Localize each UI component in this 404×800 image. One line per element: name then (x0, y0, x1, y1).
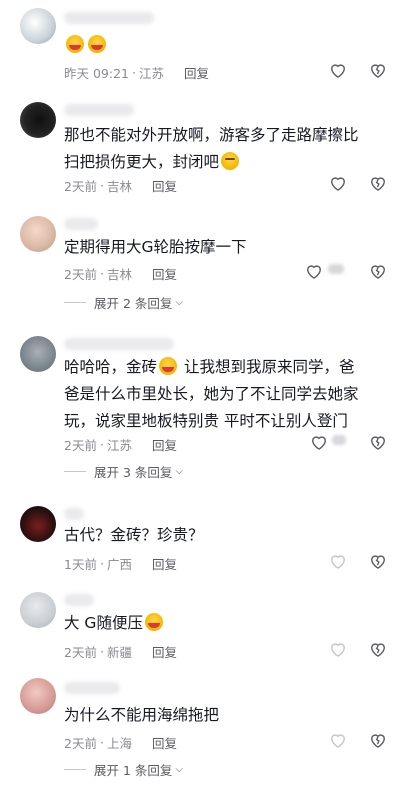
avatar[interactable] (20, 592, 56, 628)
expand-replies-label: 展开 2 条回复 (94, 296, 173, 311)
dislike-button[interactable] (367, 431, 389, 453)
comment-text: 为什么不能用海绵拖把 (64, 706, 220, 724)
broken-heart-icon (371, 555, 385, 569)
reply-button[interactable]: 回复 (184, 63, 209, 82)
username[interactable] (64, 508, 84, 520)
like-count-blurred (332, 435, 346, 445)
reply-button[interactable]: 回复 (152, 176, 177, 195)
comment-meta: 1天前 · 广西 回复 (64, 554, 177, 573)
broken-heart-icon (371, 177, 385, 191)
comment-text: 哈哈哈，金砖 让我想到我原来同学，爸爸是什么市里处长，她为了不让同学去她家玩，说… (64, 354, 364, 435)
username[interactable] (64, 594, 94, 606)
laugh-cry-emoji-icon (88, 35, 106, 53)
username[interactable] (64, 682, 120, 694)
reply-button[interactable]: 回复 (152, 435, 177, 454)
comment-location: 新疆 (106, 645, 132, 660)
dislike-button[interactable] (367, 59, 389, 81)
heart-outline-icon (331, 555, 345, 569)
comment-text: 古代？金砖？珍贵？ (64, 526, 204, 544)
heart-outline-icon (331, 643, 345, 657)
username[interactable] (64, 218, 98, 230)
grin-sweat-emoji-icon (144, 613, 163, 631)
comment-text-body: 哈哈哈，金砖 (64, 358, 158, 376)
comment-meta: 2天前 · 新疆 回复 (64, 642, 177, 661)
like-button[interactable] (327, 729, 349, 751)
comment-meta: 2天前 · 吉林 回复 (64, 176, 177, 195)
comment-time: 2天前 (64, 438, 97, 453)
dislike-button[interactable] (367, 260, 389, 282)
expand-replies-label: 展开 1 条回复 (94, 763, 173, 778)
dislike-button[interactable] (367, 550, 389, 572)
avatar[interactable] (20, 102, 56, 138)
comment-location: 吉林 (106, 179, 132, 194)
avatar[interactable] (20, 336, 56, 372)
divider (64, 302, 86, 303)
broken-heart-icon (371, 436, 385, 450)
chevron-down-icon: ⌵ (175, 297, 183, 308)
broken-heart-icon (371, 643, 385, 657)
expand-replies-button[interactable]: 展开 2 条回复 ⌵ (64, 293, 183, 312)
expand-replies-button[interactable]: 展开 3 条回复 ⌵ (64, 462, 183, 481)
dislike-button[interactable] (367, 729, 389, 751)
comment-text: 定期得用大G轮胎按摩一下 (64, 238, 247, 256)
reply-button[interactable]: 回复 (152, 554, 177, 573)
comment-text-body: 那也不能对外开放啊，游客多了走路摩擦比扫把损伤更大，封闭吧 (64, 126, 359, 171)
chevron-down-icon: ⌵ (175, 466, 183, 477)
heart-outline-icon (331, 64, 345, 78)
avatar[interactable] (20, 678, 56, 714)
dislike-button[interactable] (367, 172, 389, 194)
heart-outline-icon (331, 177, 345, 191)
broken-heart-icon (371, 64, 385, 78)
reply-button[interactable]: 回复 (152, 264, 177, 283)
heart-outline-icon (307, 265, 321, 279)
laugh-cry-emoji-icon (66, 35, 84, 53)
username[interactable] (64, 338, 174, 350)
heart-outline-icon (312, 436, 326, 450)
comment-location: 江苏 (138, 66, 164, 81)
expand-replies-button[interactable]: 展开 1 条回复 ⌵ (64, 760, 183, 779)
comment-time: 2天前 (64, 736, 97, 751)
comment-text: 大 G随便压 (64, 610, 364, 637)
comment-time: 1天前 (64, 557, 97, 572)
avatar[interactable] (20, 506, 56, 542)
comment-meta: 2天前 · 吉林 回复 (64, 264, 177, 283)
like-button[interactable] (327, 172, 349, 194)
comment-location: 上海 (106, 736, 132, 751)
avatar[interactable] (20, 216, 56, 252)
divider (64, 769, 86, 770)
heart-outline-icon (331, 734, 345, 748)
comment-text-body: 大 G随便压 (64, 614, 143, 632)
like-button[interactable] (327, 550, 349, 572)
reply-button[interactable]: 回复 (152, 733, 177, 752)
broken-heart-icon (371, 265, 385, 279)
comment-time: 2天前 (64, 267, 97, 282)
comment-text (64, 32, 364, 59)
expand-replies-label: 展开 3 条回复 (94, 465, 173, 480)
broken-heart-icon (371, 734, 385, 748)
divider (64, 471, 86, 472)
chevron-down-icon: ⌵ (175, 764, 183, 775)
like-count-blurred (328, 264, 344, 274)
reply-button[interactable]: 回复 (152, 642, 177, 661)
comment-location: 江苏 (106, 438, 132, 453)
like-button[interactable] (303, 260, 325, 282)
username[interactable] (64, 12, 154, 24)
like-button[interactable] (308, 431, 330, 453)
comment-time: 昨天 09:21 (64, 66, 129, 81)
comment-meta: 2天前 · 上海 回复 (64, 733, 177, 752)
laugh-cry-emoji-icon (159, 357, 178, 375)
comment-time: 2天前 (64, 179, 97, 194)
comment-time: 2天前 (64, 645, 97, 660)
comment-location: 广西 (106, 557, 132, 572)
comment-meta: 2天前 · 江苏 回复 (64, 435, 177, 454)
username[interactable] (64, 104, 134, 116)
dislike-button[interactable] (367, 638, 389, 660)
comment-meta: 昨天 09:21 · 江苏 回复 (64, 63, 210, 82)
comment-location: 吉林 (106, 267, 132, 282)
like-button[interactable] (327, 59, 349, 81)
thinking-emoji-icon (221, 152, 240, 170)
like-button[interactable] (327, 638, 349, 660)
comment-text: 那也不能对外开放啊，游客多了走路摩擦比扫把损伤更大，封闭吧 (64, 122, 364, 176)
avatar[interactable] (20, 8, 56, 44)
